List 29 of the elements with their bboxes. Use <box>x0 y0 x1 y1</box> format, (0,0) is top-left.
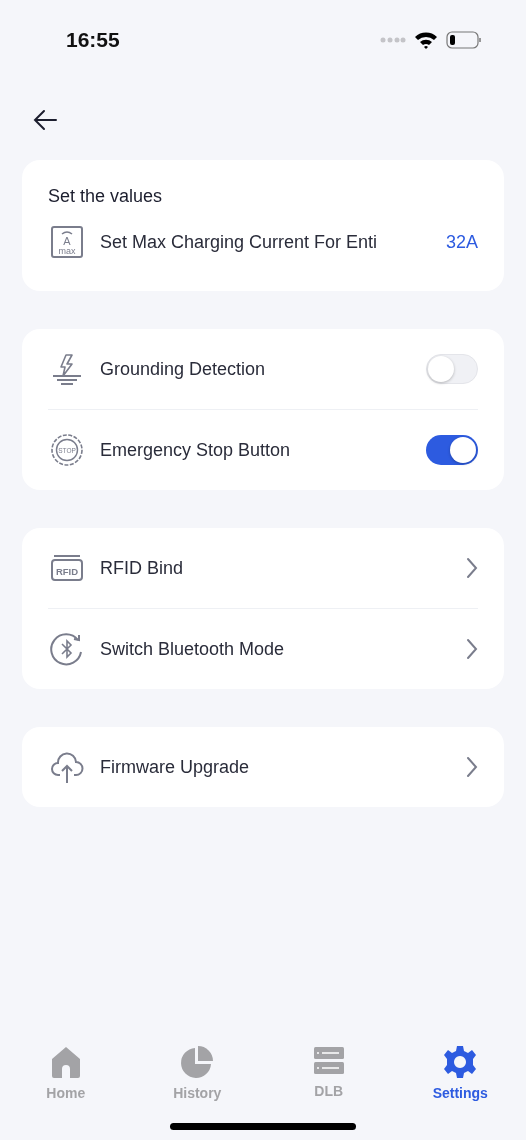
toggle-switch[interactable] <box>426 354 478 384</box>
toggle-switch[interactable] <box>426 435 478 465</box>
setting-label: RFID Bind <box>100 557 185 579</box>
chevron-right-icon[interactable] <box>466 557 478 579</box>
wifi-icon <box>414 31 438 49</box>
lightning-ground-icon <box>50 352 84 386</box>
tab-item[interactable]: Home <box>10 1045 121 1101</box>
setting-label: Emergency Stop Button <box>100 439 292 461</box>
server-icon <box>312 1045 345 1077</box>
pie-chart-icon <box>180 1045 215 1079</box>
battery-icon <box>446 31 482 49</box>
card-title: Set the values <box>48 185 164 208</box>
tab-item[interactable]: Settings <box>405 1045 516 1101</box>
signal-icon <box>380 37 406 43</box>
tab-item[interactable]: History <box>142 1045 253 1101</box>
chevron-right-icon[interactable] <box>466 756 478 778</box>
setting-value[interactable]: 32A <box>445 231 478 253</box>
cloud-upload-icon <box>50 750 84 784</box>
tab-item[interactable]: DLB <box>273 1045 384 1101</box>
setting-label: Grounding Detection <box>100 358 267 380</box>
settings-icon <box>443 1045 478 1079</box>
setting-label: Firmware Upgrade <box>100 756 251 778</box>
chevron-right-icon[interactable] <box>466 638 478 660</box>
setting-label: Set Max Charging Current For Enti <box>100 231 379 253</box>
amp-max-icon: A max <box>50 225 84 259</box>
status-time: 16:55 <box>66 28 121 52</box>
bluetooth-switch-icon <box>50 632 84 666</box>
setting-label: Switch Bluetooth Mode <box>100 638 286 660</box>
back-arrow-icon[interactable] <box>33 109 57 131</box>
